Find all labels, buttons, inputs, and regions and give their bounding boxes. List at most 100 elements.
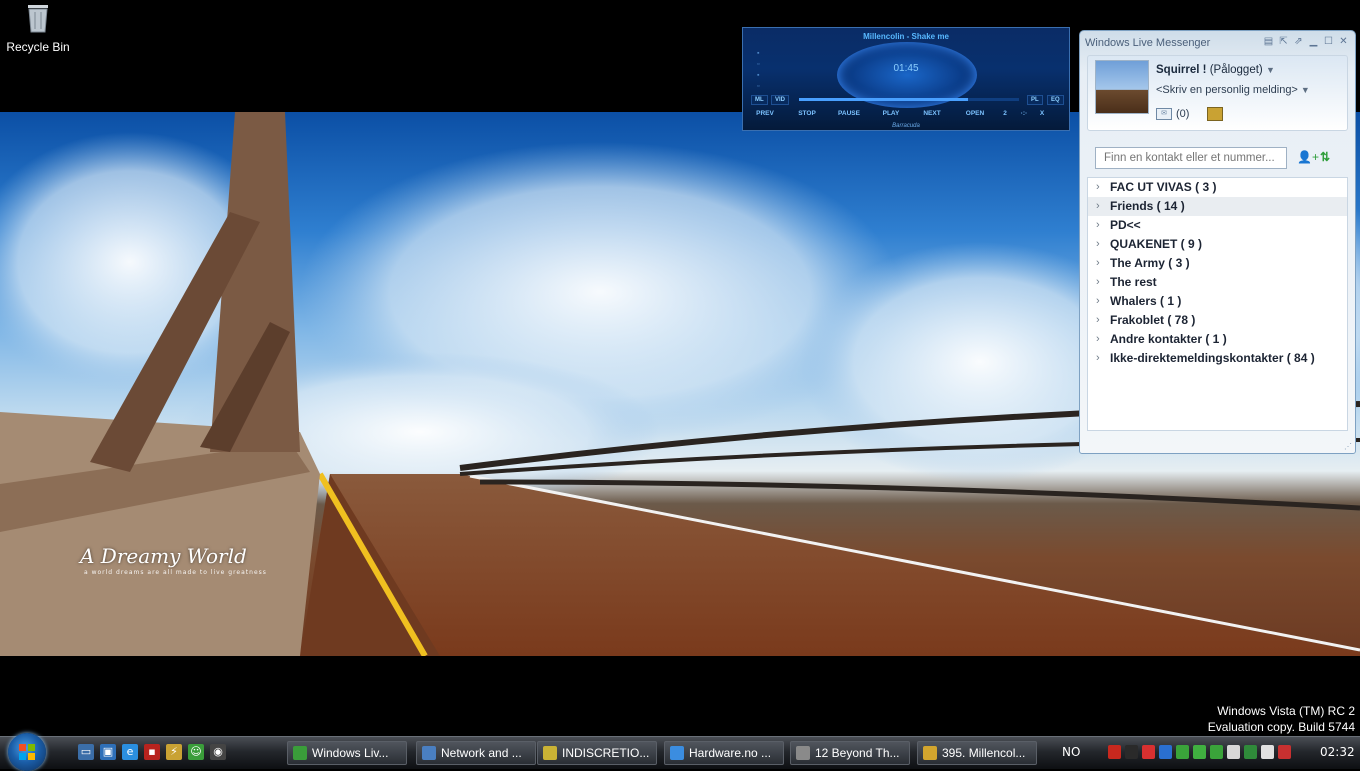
chevron-right-icon[interactable]: › bbox=[1096, 178, 1100, 197]
add-contact-icon[interactable]: 👤+ bbox=[1297, 150, 1319, 164]
pause-button[interactable]: PAUSE bbox=[827, 110, 871, 122]
contact-group[interactable]: › Andre kontakter ( 1 ) bbox=[1088, 330, 1347, 349]
contact-group[interactable]: › QUAKENET ( 9 ) bbox=[1088, 235, 1347, 254]
messenger-icon bbox=[293, 746, 307, 760]
contact-group-label: Whalers ( 1 ) bbox=[1110, 294, 1182, 308]
messenger-window[interactable]: Windows Live Messenger ▤ ⇱ ⇗ ▁ ☐ ✕ Squir… bbox=[1079, 30, 1356, 454]
taskbar-button[interactable]: Windows Liv... bbox=[287, 741, 407, 765]
notepad-icon bbox=[543, 746, 557, 760]
chevron-right-icon[interactable]: › bbox=[1096, 273, 1100, 292]
maximize-icon[interactable]: ☐ bbox=[1323, 36, 1334, 47]
popout-icon[interactable]: ⇱ bbox=[1278, 36, 1289, 47]
app-icon[interactable]: ▪ bbox=[144, 744, 160, 760]
contact-group[interactable]: › The rest bbox=[1088, 273, 1347, 292]
mail-count[interactable]: (0) bbox=[1176, 108, 1189, 120]
tray-icon[interactable] bbox=[1159, 745, 1172, 759]
eq-button[interactable]: EQ bbox=[1047, 95, 1064, 105]
winamp-icon[interactable]: ⚡ bbox=[166, 744, 182, 760]
contact-group-label: Frakoblet ( 78 ) bbox=[1110, 313, 1196, 327]
next-button[interactable]: NEXT bbox=[911, 110, 953, 122]
build-info-line1: Windows Vista (TM) RC 2 bbox=[1217, 704, 1355, 718]
contact-group-label: Ikke-direktemeldingskontakter ( 84 ) bbox=[1110, 351, 1315, 365]
taskbar-button[interactable]: Network and ... bbox=[416, 741, 536, 765]
clock[interactable]: 02:32 bbox=[1320, 745, 1355, 759]
messenger-icon[interactable]: ☺ bbox=[188, 744, 204, 760]
recycle-bin[interactable]: Recycle Bin bbox=[4, 2, 72, 54]
tray-icon[interactable] bbox=[1261, 745, 1274, 759]
pl-button[interactable]: PL bbox=[1027, 95, 1043, 105]
contact-group[interactable]: › Friends ( 14 ) bbox=[1088, 197, 1347, 216]
start-button[interactable] bbox=[8, 733, 46, 771]
wallpaper-logo-subtitle: a world dreams are all made to live grea… bbox=[84, 569, 267, 576]
chevron-down-icon: ▼ bbox=[1265, 65, 1275, 75]
taskbar-button[interactable]: 395. Millencol... bbox=[917, 741, 1037, 765]
tray-icon[interactable] bbox=[1176, 745, 1189, 759]
tray-icon[interactable] bbox=[1142, 745, 1155, 759]
tray-icon[interactable] bbox=[1244, 745, 1257, 759]
build-info-line2: Evaluation copy. Build 5744 bbox=[1207, 720, 1355, 734]
tray-icon[interactable] bbox=[1210, 745, 1223, 759]
player-counter: 2 bbox=[1003, 110, 1007, 117]
contact-group[interactable]: › The Army ( 3 ) bbox=[1088, 254, 1347, 273]
window-controls: ▤ ⇱ ⇗ ▁ ☐ ✕ bbox=[1263, 36, 1349, 47]
tray-icon[interactable] bbox=[1227, 745, 1240, 759]
contact-group[interactable]: › FAC UT VIVAS ( 3 ) bbox=[1088, 178, 1347, 197]
contact-group-label: PD<< bbox=[1110, 218, 1141, 232]
taskbar-button[interactable]: 12 Beyond Th... bbox=[790, 741, 910, 765]
chevron-down-icon: ▼ bbox=[1300, 85, 1310, 95]
player-seek-row: ML VID PL EQ bbox=[749, 95, 1065, 105]
mail-icon[interactable]: ✉ bbox=[1156, 108, 1172, 120]
stop-button[interactable]: STOP bbox=[787, 110, 827, 122]
steam-icon[interactable]: ◉ bbox=[210, 744, 226, 760]
play-button[interactable]: PLAY bbox=[871, 110, 911, 122]
chevron-right-icon[interactable]: › bbox=[1096, 292, 1100, 311]
contact-group[interactable]: › Frakoblet ( 78 ) bbox=[1088, 311, 1347, 330]
tray-icon[interactable] bbox=[1193, 745, 1206, 759]
ie-icon[interactable]: e bbox=[122, 744, 138, 760]
sort-icon[interactable]: ⇅ bbox=[1320, 150, 1330, 164]
contact-group[interactable]: › Whalers ( 1 ) bbox=[1088, 292, 1347, 311]
minimize-icon[interactable]: ▁ bbox=[1308, 36, 1319, 47]
taskbar-button-label: 12 Beyond Th... bbox=[815, 746, 900, 760]
volume-icon[interactable]: ·:· bbox=[1013, 110, 1035, 122]
recycle-bin-icon bbox=[28, 5, 48, 33]
messenger-title: Windows Live Messenger bbox=[1085, 37, 1211, 49]
player-close-button[interactable]: X bbox=[1035, 110, 1049, 122]
contact-group[interactable]: › PD<< bbox=[1088, 216, 1347, 235]
taskbar-button[interactable]: INDISCRETIO... bbox=[537, 741, 657, 765]
ml-button[interactable]: ML bbox=[751, 95, 768, 105]
user-name-row[interactable]: Squirrel ! (Pålogget) ▼ bbox=[1156, 64, 1275, 76]
player-time: 01:45 bbox=[893, 63, 919, 74]
open-button[interactable]: OPEN bbox=[953, 110, 997, 122]
contacts-card-icon[interactable] bbox=[1207, 107, 1224, 121]
tray-icon[interactable] bbox=[1125, 745, 1138, 759]
player-brand: Barracuda bbox=[892, 123, 920, 129]
vid-button[interactable]: VID bbox=[771, 95, 790, 105]
chevron-right-icon[interactable]: › bbox=[1096, 235, 1100, 254]
personal-message-row[interactable]: <Skriv en personlig melding> ▼ bbox=[1156, 84, 1310, 96]
seek-bar[interactable] bbox=[799, 98, 1019, 101]
chevron-right-icon[interactable]: › bbox=[1096, 254, 1100, 273]
media-player-window[interactable]: Millencolin - Shake me ▪ ▫ ▪ ▫ 01:45 ML VID… bbox=[742, 27, 1070, 131]
avatar[interactable] bbox=[1095, 60, 1149, 114]
chevron-right-icon[interactable]: › bbox=[1096, 216, 1100, 235]
menu-icon[interactable]: ▤ bbox=[1263, 36, 1274, 47]
contact-group[interactable]: › Ikke-direktemeldingskontakter ( 84 ) bbox=[1088, 349, 1347, 368]
tray-icon[interactable] bbox=[1278, 745, 1291, 759]
close-icon[interactable]: ✕ bbox=[1338, 36, 1349, 47]
contact-search-input[interactable] bbox=[1095, 147, 1287, 169]
chevron-right-icon[interactable]: › bbox=[1096, 311, 1100, 330]
winamp-icon bbox=[923, 746, 937, 760]
taskbar-button[interactable]: Hardware.no ... bbox=[664, 741, 784, 765]
prev-button[interactable]: PREV bbox=[743, 110, 787, 122]
chevron-right-icon[interactable]: › bbox=[1096, 349, 1100, 368]
resize-grip-icon[interactable]: ⋰ bbox=[1344, 442, 1352, 451]
show-desktop-icon[interactable]: ▭ bbox=[78, 744, 94, 760]
taskbar-button-label: Windows Liv... bbox=[312, 746, 389, 760]
language-indicator[interactable]: NO bbox=[1062, 745, 1080, 759]
chevron-right-icon[interactable]: › bbox=[1096, 330, 1100, 349]
tray-icon[interactable] bbox=[1108, 745, 1121, 759]
expand-icon[interactable]: ⇗ bbox=[1293, 36, 1304, 47]
switch-windows-icon[interactable]: ▣ bbox=[100, 744, 116, 760]
chevron-right-icon[interactable]: › bbox=[1096, 197, 1100, 216]
